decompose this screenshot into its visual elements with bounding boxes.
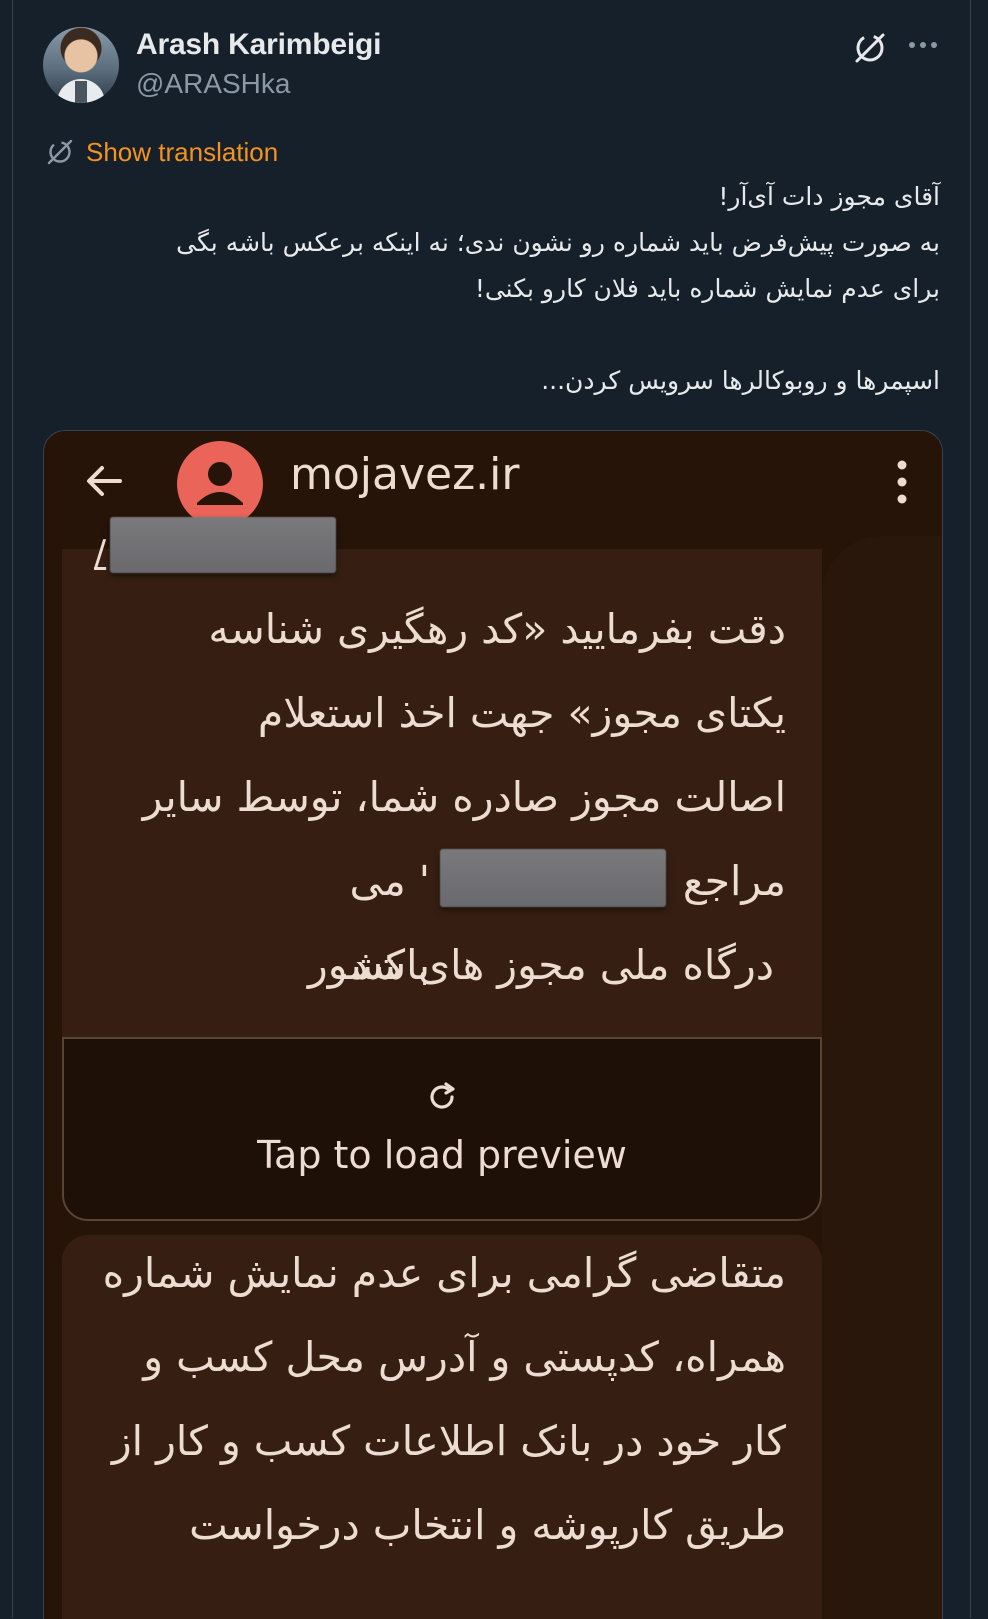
message-line: کار خود در بانک اطلاعات کسب و کار از xyxy=(111,1417,786,1465)
person-icon xyxy=(197,462,243,505)
tweet-line: برای عدم نمایش شماره باید فلان کارو بکنی… xyxy=(474,274,940,303)
link-slash: / xyxy=(94,533,107,574)
load-preview-label: Tap to load preview xyxy=(257,1133,627,1177)
translate-icon xyxy=(47,139,73,165)
kebab-icon[interactable] xyxy=(896,459,908,505)
message-text-block: دقت بفرمایید «کد رهگیری شناسه یکتای مجوز… xyxy=(64,587,786,839)
message-line: درگاه ملی مجوز های کشور xyxy=(307,941,774,989)
contact-avatar xyxy=(177,441,263,527)
load-preview-button[interactable]: Tap to load preview xyxy=(62,1037,822,1221)
more-icon[interactable] xyxy=(906,30,940,64)
message-line: اصالت مجوز صادره شما، توسط سایر xyxy=(142,773,786,821)
redacted-block xyxy=(440,849,666,907)
column-border-right xyxy=(970,0,971,1618)
column-border-left xyxy=(12,0,13,1618)
grok-icon[interactable] xyxy=(852,30,888,66)
show-translation-button[interactable]: Show translation xyxy=(46,136,278,168)
message-line: متقاضی گرامی برای عدم نمایش شماره xyxy=(102,1249,786,1297)
message-line: مراجع xyxy=(682,857,786,905)
sender-title: mojavez.ir xyxy=(290,449,520,500)
message-column-edge xyxy=(822,536,942,1619)
author-handle[interactable]: @ARASHka xyxy=(136,68,290,100)
show-translation-label: Show translation xyxy=(86,136,279,167)
back-arrow-icon[interactable] xyxy=(84,461,124,501)
message-line: همراه، کدپستی و آدرس محل کسب و xyxy=(143,1333,786,1381)
tweet-media-image[interactable]: mojavez.ir / دقت بفرمایید «کد رهگیری شنا… xyxy=(43,430,943,1619)
tweet-line: به صورت پیش‌فرض باید شماره رو نشون ندی؛ … xyxy=(176,228,940,257)
redacted-block xyxy=(110,517,336,573)
message-text-block: متقاضی گرامی برای عدم نمایش شماره همراه،… xyxy=(64,1231,786,1567)
tweet-line: آقای مجوز دات آی‌آر! xyxy=(718,182,940,211)
tweet-text: آقای مجوز دات آی‌آر! به صورت پیش‌فرض بای… xyxy=(40,174,940,404)
author-avatar[interactable] xyxy=(43,27,119,103)
message-line: یکتای مجوز» جهت اخذ استعلام xyxy=(257,689,786,737)
tweet-line: اسپمرها و روبوکالرها سرویس کردن... xyxy=(541,366,940,395)
author-name[interactable]: Arash Karimbeigi xyxy=(136,28,381,62)
message-line: دقت بفرمایید «کد رهگیری شناسه xyxy=(208,605,786,653)
message-line: طریق کارپوشه و انتخاب درخواست xyxy=(189,1501,786,1549)
refresh-icon xyxy=(430,1082,455,1109)
